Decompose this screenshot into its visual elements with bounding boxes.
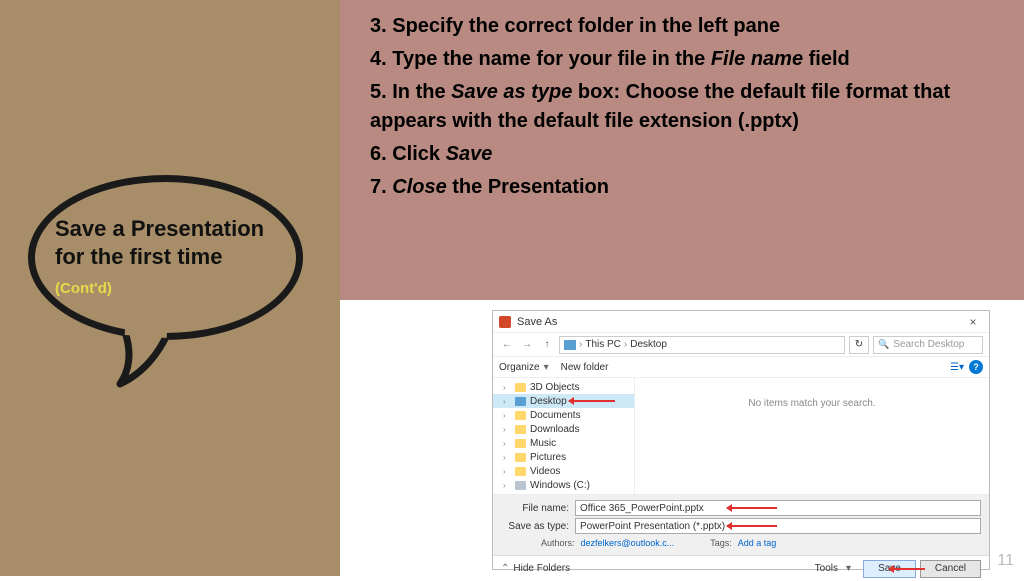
instruction-box: 3. Specify the correct folder in the lef… — [340, 0, 1024, 300]
bubble-contd: (Cont'd) — [55, 280, 112, 297]
chevron-right-icon: › — [503, 481, 511, 490]
nav-forward-icon[interactable]: → — [519, 339, 535, 350]
dialog-nav: ← → ↑ › This PC › Desktop ↻ 🔍 Search Des… — [493, 333, 989, 357]
bubble-oval: Save a Presentation for the first time (… — [28, 175, 303, 340]
step-7: 7. Close the Presentation — [370, 173, 994, 202]
chevron-right-icon: › — [503, 383, 511, 392]
step-4: 4. Type the name for your file in the Fi… — [370, 45, 994, 74]
filename-row: File name: Office 365_PowerPoint.pptx — [501, 499, 981, 517]
tags-label: Tags: — [710, 538, 732, 548]
step-6: 6. Click Save — [370, 140, 994, 169]
tree-item-music[interactable]: ›Music — [493, 436, 634, 450]
callout-arrow — [569, 400, 615, 402]
save-as-dialog: Save As × ← → ↑ › This PC › Desktop ↻ 🔍 … — [492, 310, 990, 570]
tree-item-desktop[interactable]: ›Desktop — [493, 394, 634, 408]
dialog-toolbar: Organize ▾ New folder ☰▾ ? — [493, 357, 989, 377]
chevron-right-icon: › — [503, 425, 511, 434]
step-5: 5. In the Save as type box: Choose the d… — [370, 78, 994, 136]
chevron-right-icon: › — [503, 453, 511, 462]
dialog-titlebar: Save As × — [493, 311, 989, 333]
step-3: 3. Specify the correct folder in the lef… — [370, 12, 994, 41]
nav-back-icon[interactable]: ← — [499, 339, 515, 350]
tree-item-windows-c[interactable]: ›Windows (C:) — [493, 478, 634, 492]
search-input[interactable]: 🔍 Search Desktop — [873, 336, 983, 354]
organize-button[interactable]: Organize — [499, 362, 540, 373]
bubble-line2: for the first time — [55, 244, 222, 269]
bubble-line1: Save a Presentation — [55, 216, 264, 241]
callout-arrow — [727, 507, 777, 509]
savetype-select[interactable]: PowerPoint Presentation (*.pptx) — [575, 518, 981, 534]
dialog-title: Save As — [517, 316, 963, 328]
desktop-icon — [515, 397, 526, 406]
chevron-down-icon[interactable]: ▾ — [846, 563, 851, 574]
nav-up-icon[interactable]: ↑ — [539, 339, 555, 350]
chevron-down-icon: ⌃ — [501, 563, 509, 574]
folder-icon — [515, 453, 526, 462]
savetype-label: Save as type: — [501, 521, 569, 532]
tags-value[interactable]: Add a tag — [738, 538, 777, 548]
chevron-right-icon: › — [503, 467, 511, 476]
empty-message: No items match your search. — [635, 378, 989, 494]
filename-label: File name: — [501, 503, 569, 514]
savetype-row: Save as type: PowerPoint Presentation (*… — [501, 517, 981, 535]
authors-value[interactable]: dezfelkers@outlook.c... — [581, 538, 675, 548]
chevron-right-icon: › — [503, 411, 511, 420]
bubble-heading: Save a Presentation for the first time (… — [55, 215, 276, 301]
folder-icon — [515, 467, 526, 476]
folder-icon — [515, 439, 526, 448]
callout-arrow — [727, 525, 777, 527]
close-button[interactable]: × — [963, 315, 983, 329]
refresh-button[interactable]: ↻ — [849, 336, 869, 354]
folder-icon — [515, 411, 526, 420]
hide-folders-button[interactable]: Hide Folders — [513, 563, 570, 574]
view-icon[interactable]: ☰▾ — [949, 362, 965, 373]
path-current: Desktop — [630, 339, 667, 350]
chevron-right-icon: › — [503, 397, 511, 406]
tools-button[interactable]: Tools — [815, 563, 838, 574]
cancel-button[interactable]: Cancel — [920, 560, 981, 578]
powerpoint-icon — [499, 316, 511, 328]
speech-bubble: Save a Presentation for the first time (… — [20, 175, 320, 390]
path-root: This PC — [585, 339, 621, 350]
callout-arrow — [889, 568, 925, 570]
folder-icon — [515, 383, 526, 392]
page-number: 11 — [997, 552, 1014, 570]
breadcrumb[interactable]: › This PC › Desktop — [559, 336, 845, 354]
chevron-down-icon[interactable]: ▾ — [544, 362, 549, 373]
tree-item-documents[interactable]: ›Documents — [493, 408, 634, 422]
tree-item-videos[interactable]: ›Videos — [493, 464, 634, 478]
folder-icon — [515, 425, 526, 434]
dialog-body: ›3D Objects ›Desktop ›Documents ›Downloa… — [493, 377, 989, 495]
authors-label: Authors: — [541, 538, 575, 548]
new-folder-button[interactable]: New folder — [561, 362, 609, 373]
tree-item-downloads[interactable]: ›Downloads — [493, 422, 634, 436]
folder-tree: ›3D Objects ›Desktop ›Documents ›Downloa… — [493, 378, 635, 494]
tree-item-pictures[interactable]: ›Pictures — [493, 450, 634, 464]
drive-icon — [515, 481, 526, 490]
search-icon: 🔍 — [878, 339, 889, 350]
chevron-right-icon: › — [503, 439, 511, 448]
filename-input[interactable]: Office 365_PowerPoint.pptx — [575, 500, 981, 516]
tree-item-3d-objects[interactable]: ›3D Objects — [493, 380, 634, 394]
dialog-footer: File name: Office 365_PowerPoint.pptx Sa… — [493, 495, 989, 555]
pc-icon — [564, 340, 576, 350]
dialog-actions: ⌃ Hide Folders Tools ▾ Save Cancel — [493, 555, 989, 581]
meta-row: Authors: dezfelkers@outlook.c... Tags: A… — [501, 535, 981, 551]
help-icon[interactable]: ? — [969, 360, 983, 374]
left-pane: Save a Presentation for the first time (… — [0, 0, 340, 576]
